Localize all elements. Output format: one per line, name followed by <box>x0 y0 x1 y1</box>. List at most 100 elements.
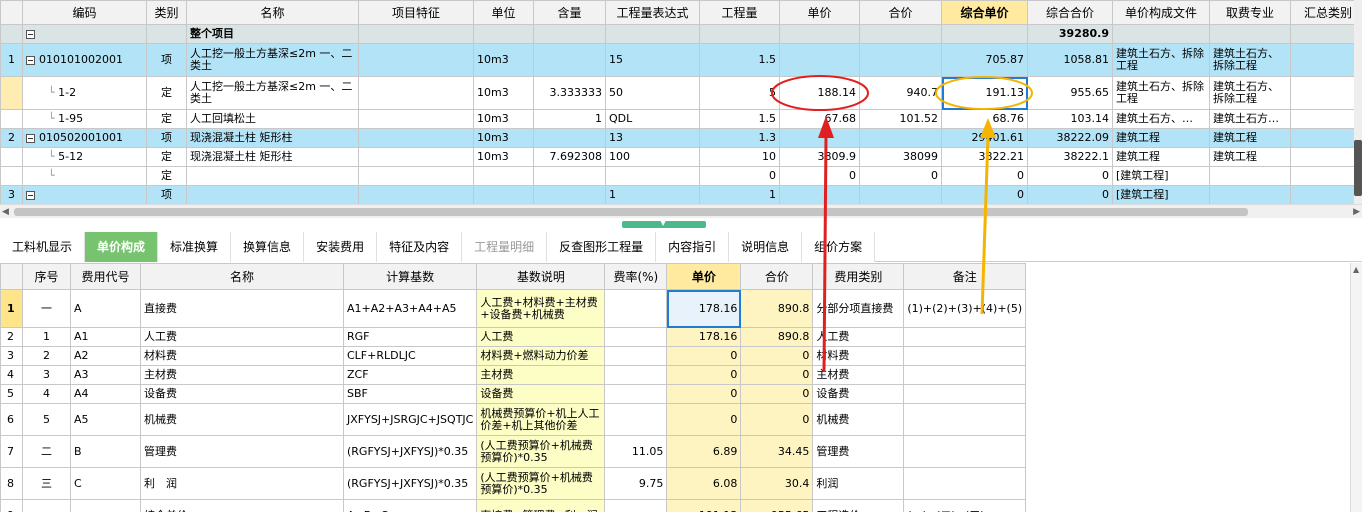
price-cell[interactable]: 6.08 <box>666 467 742 500</box>
fee-code-cell[interactable]: A5 <box>70 403 141 436</box>
bill-row-quota[interactable]: └ 1-2 定人工挖一般土方基深≤2m 一、二类土 10m3 3.333333 50 5 1… <box>0 76 1362 110</box>
qty-cell[interactable]: 10 <box>699 147 780 167</box>
fee-spec-cell[interactable]: 建筑工程 <box>1209 147 1291 167</box>
fee-code-cell[interactable] <box>70 499 141 512</box>
bill-row-quota[interactable]: └ 1-95 定人工回填松土 10m3 1 QDL 1.5 67.68 101.52 68.76… <box>0 109 1362 129</box>
qty-cell[interactable]: 0 <box>699 166 780 186</box>
name-cell[interactable]: 人工回填松土 <box>186 109 359 129</box>
price-cell[interactable] <box>779 128 860 148</box>
amount-cell[interactable]: 940.7 <box>859 76 942 110</box>
amount-cell[interactable]: 30.4 <box>740 467 814 500</box>
tab-description[interactable]: 说明信息 <box>729 232 803 262</box>
comp-price-cell[interactable]: 191.13 <box>941 76 1028 110</box>
fee-row[interactable]: 9 综合单价A+B+C直接费+管理费+利 润 191.13955.65工程造价(一)… <box>0 499 1027 512</box>
unit-cell[interactable]: 10m3 <box>473 147 534 167</box>
type-cell[interactable]: 定 <box>146 147 187 167</box>
tab-install-fee[interactable]: 安装费用 <box>304 232 378 262</box>
code-cell[interactable] <box>22 24 147 44</box>
comp-price-cell[interactable] <box>941 24 1028 44</box>
content-cell[interactable]: 1 <box>533 109 606 129</box>
content-cell[interactable] <box>533 43 606 77</box>
fee-category-cell[interactable]: 机械费 <box>812 403 905 436</box>
row-index[interactable]: 6 <box>0 403 23 436</box>
price-cell[interactable]: 3809.9 <box>779 147 860 167</box>
fee-row[interactable]: 1 一 A 直接费 A1+A2+A3+A4+A5 人工费+材料费+主材费+设备费+机械费 1… <box>0 289 1027 328</box>
calc-base-cell[interactable]: (RGFYSJ+JXFYSJ)*0.35 <box>342 467 478 500</box>
tab-features[interactable]: 特征及内容 <box>377 232 463 262</box>
minus-square-icon[interactable] <box>26 190 35 200</box>
column-header-rate[interactable]: 费率(%) <box>604 263 668 290</box>
row-index[interactable]: 8 <box>0 467 23 500</box>
column-header-fee-spec[interactable]: 取费专业 <box>1209 0 1291 25</box>
column-header-code[interactable]: 编码 <box>22 0 147 25</box>
row-index[interactable]: 7 <box>0 435 23 468</box>
name-cell[interactable]: 利 润 <box>140 467 344 500</box>
price-cell[interactable]: 0 <box>666 365 742 385</box>
comp-amount-cell[interactable]: 38222.09 <box>1027 128 1113 148</box>
fee-code-cell[interactable]: A <box>70 289 141 328</box>
fee-row[interactable]: 5 4 A4 设备费 SBF 设备费 0 0 设备费 <box>0 384 1027 404</box>
price-cell[interactable]: 191.13 <box>666 499 742 512</box>
row-index[interactable] <box>0 24 23 44</box>
amount-cell[interactable]: 0 <box>740 365 814 385</box>
note-cell[interactable] <box>903 346 1027 366</box>
seq-cell[interactable] <box>22 499 71 512</box>
column-header-price[interactable]: 单价 <box>779 0 860 25</box>
unit-cell[interactable] <box>473 24 534 44</box>
column-header-unit[interactable]: 单位 <box>473 0 534 25</box>
content-cell[interactable] <box>533 128 606 148</box>
unit-cell[interactable]: 10m3 <box>473 109 534 129</box>
tab-price-composition[interactable]: 单价构成 <box>85 232 159 262</box>
price-cell[interactable] <box>779 185 860 204</box>
name-cell[interactable]: 主材费 <box>140 365 344 385</box>
price-cell[interactable]: 178.16 <box>666 289 742 328</box>
price-cell[interactable]: 0 <box>666 403 742 436</box>
fee-row[interactable]: 8三C利 润 (RGFYSJ+JXFYSJ)*0.35 (人工费预算价+机械费预算价… <box>0 467 1027 500</box>
content-cell[interactable]: 7.692308 <box>533 147 606 167</box>
qty-cell[interactable]: 5 <box>699 76 780 110</box>
fee-spec-cell[interactable] <box>1209 185 1291 204</box>
rate-cell[interactable]: 11.05 <box>604 435 668 468</box>
amount-cell[interactable] <box>859 24 942 44</box>
calc-base-cell[interactable]: ZCF <box>342 365 478 385</box>
fee-code-cell[interactable]: C <box>70 467 141 500</box>
type-cell[interactable]: 项 <box>146 185 187 204</box>
calc-base-cell[interactable]: CLF+RLDLJC <box>342 346 478 366</box>
qty-cell[interactable]: 1.5 <box>699 109 780 129</box>
fee-row[interactable]: 3 2 A2 材料费 CLF+RLDLJC 材料费+燃料动力价差 0 0 材料费 <box>0 346 1027 366</box>
column-header-amount[interactable]: 合价 <box>740 263 814 290</box>
fee-row[interactable]: 7 二 B 管理费 (RGFYSJ+JXFYSJ)*0.35 (人工费预算价+机械费预算价… <box>0 435 1027 468</box>
amount-cell[interactable]: 890.8 <box>740 327 814 347</box>
column-header-price[interactable]: 单价 <box>666 263 742 290</box>
comp-amount-cell[interactable]: 0 <box>1027 166 1113 186</box>
comp-amount-cell[interactable]: 38222.1 <box>1027 147 1113 167</box>
splitter-grip[interactable]: ▼ <box>622 218 706 228</box>
row-index[interactable] <box>0 76 23 110</box>
calc-base-cell[interactable]: A+B+C <box>342 499 478 512</box>
name-cell[interactable] <box>186 185 359 204</box>
summary-type-cell[interactable] <box>1290 43 1362 77</box>
note-cell[interactable] <box>903 384 1027 404</box>
amount-cell[interactable]: 0 <box>740 346 814 366</box>
fee-category-cell[interactable]: 工程造价 <box>812 499 905 512</box>
top-vertical-scrollbar[interactable] <box>1354 0 1362 204</box>
column-header-comp-amount[interactable]: 综合合价 <box>1027 0 1113 25</box>
row-index[interactable]: 5 <box>0 384 23 404</box>
column-header-name[interactable]: 名称 <box>140 263 344 290</box>
column-header-content[interactable]: 含量 <box>533 0 606 25</box>
code-cell[interactable]: 010502001001 <box>22 128 147 148</box>
note-cell[interactable] <box>903 327 1027 347</box>
price-file-cell[interactable]: 建筑工程 <box>1112 128 1210 148</box>
type-cell[interactable] <box>146 24 187 44</box>
row-index[interactable] <box>0 166 23 186</box>
row-index[interactable]: 1 <box>0 43 23 77</box>
fee-spec-cell[interactable] <box>1209 166 1291 186</box>
feature-cell[interactable] <box>358 24 474 44</box>
price-cell[interactable]: 0 <box>779 166 860 186</box>
amount-cell[interactable]: 890.8 <box>740 289 814 328</box>
tab-conversion-info[interactable]: 换算信息 <box>231 232 305 262</box>
tab-content-guide[interactable]: 内容指引 <box>656 232 730 262</box>
rate-cell[interactable] <box>604 499 668 512</box>
name-cell[interactable]: 机械费 <box>140 403 344 436</box>
amount-cell[interactable]: 0 <box>740 403 814 436</box>
